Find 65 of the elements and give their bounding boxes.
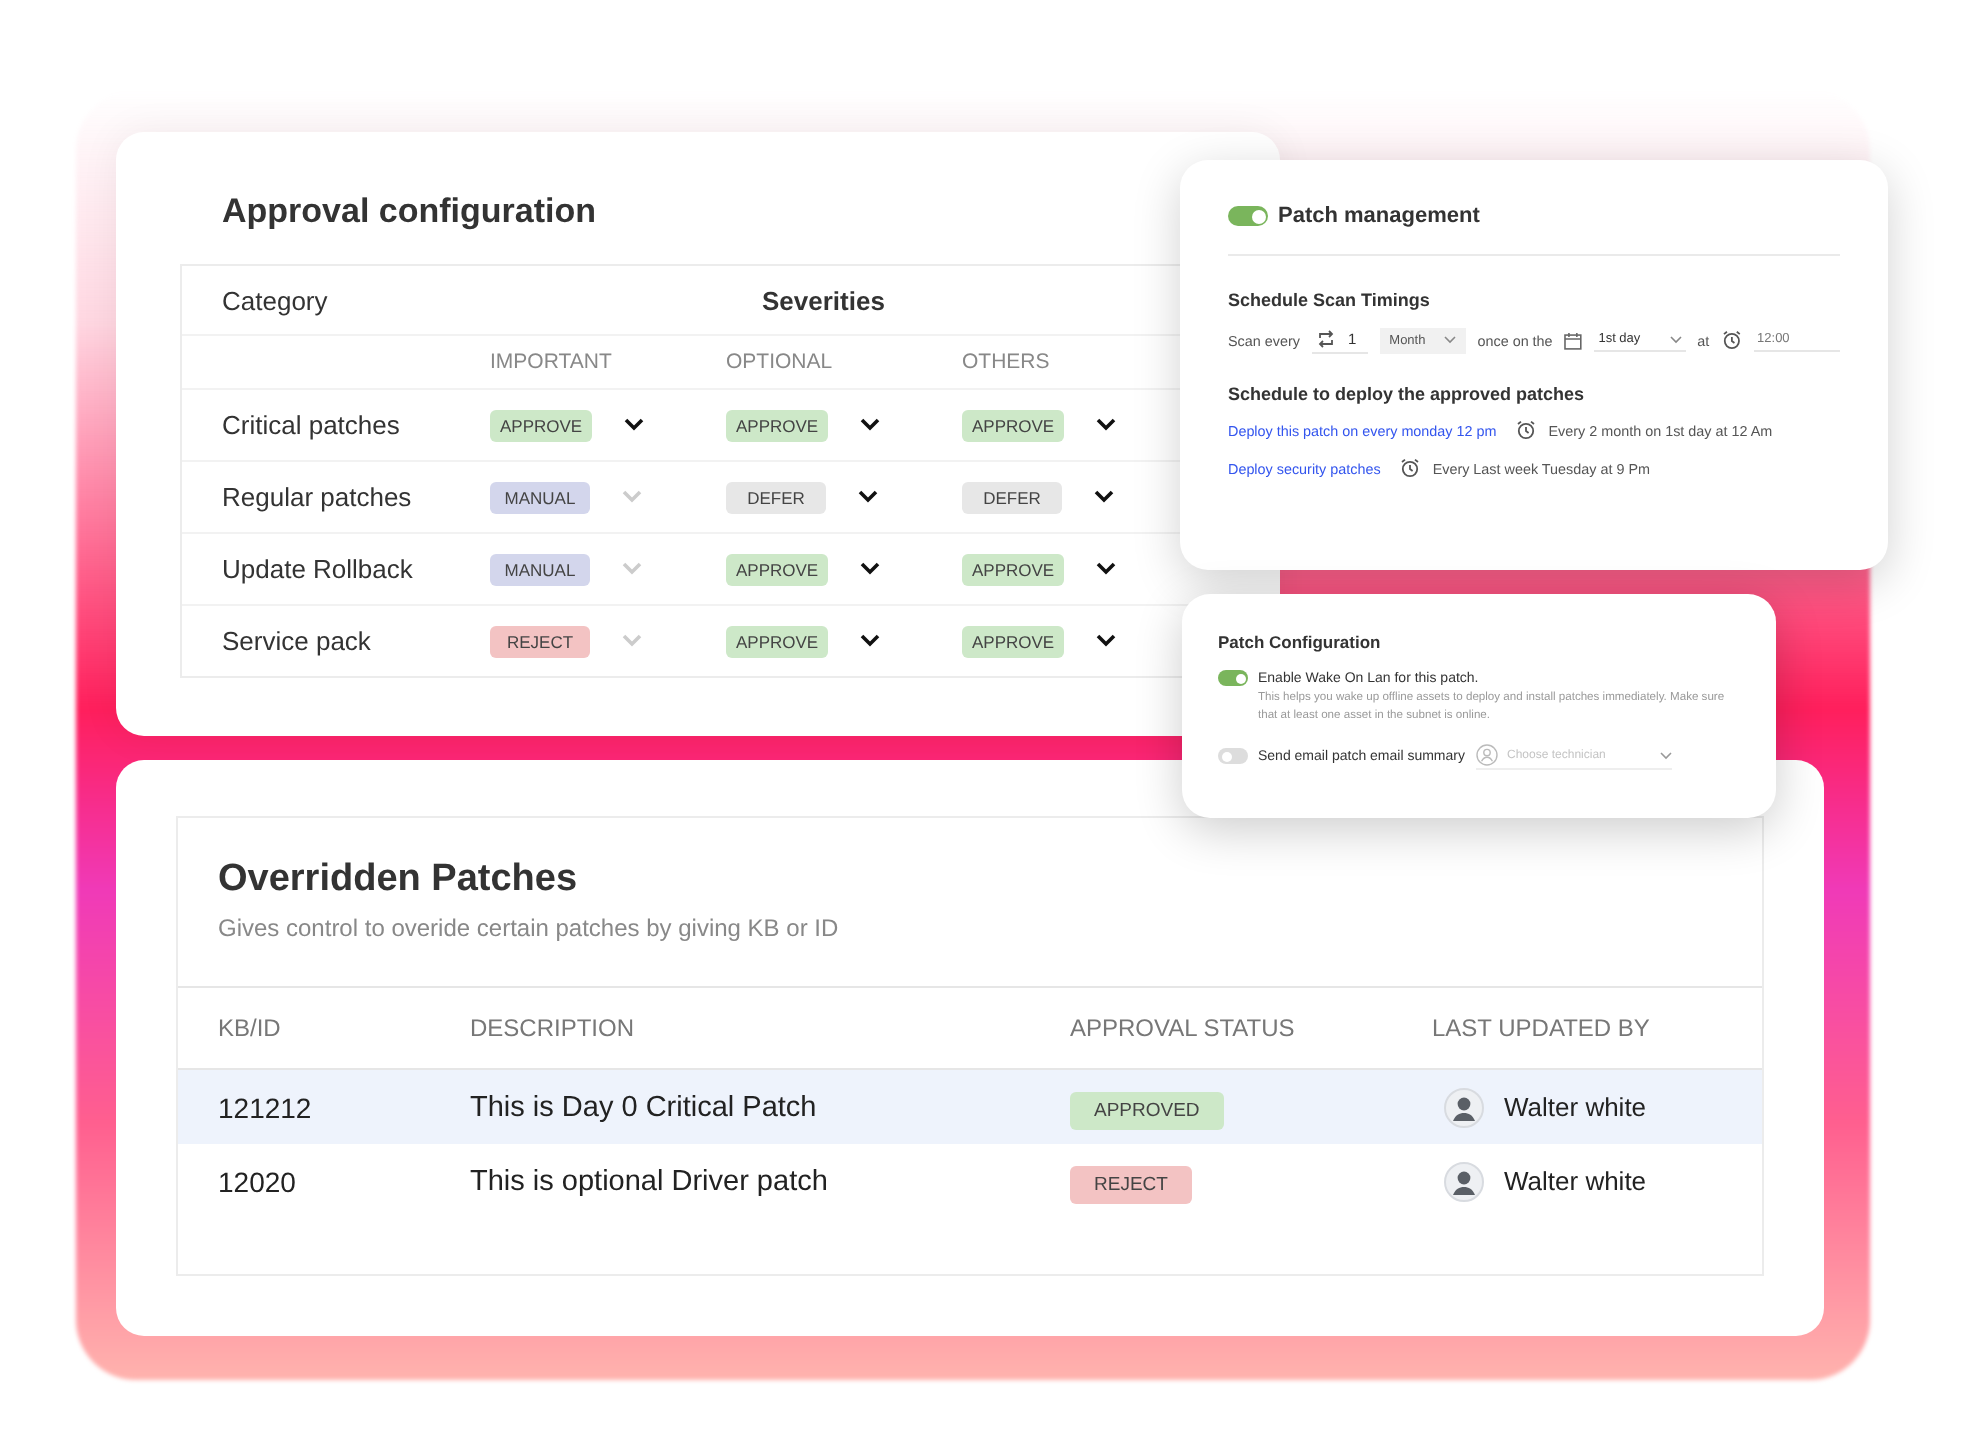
column-heading: Severities	[762, 285, 885, 315]
user-icon	[1475, 744, 1497, 767]
status-tag: REJECT	[1070, 1165, 1192, 1203]
status-tag: APPROVE	[962, 553, 1065, 585]
category-label: Update Rollback	[220, 554, 415, 584]
chevron-icon[interactable]	[1094, 490, 1114, 504]
category-label: Critical patches	[220, 410, 402, 440]
status-tag: MANUAL	[490, 553, 590, 585]
status-tag: MANUAL	[490, 481, 590, 513]
section-title: Schedule Scan Timings	[1228, 290, 1432, 310]
avatar-icon	[1444, 1087, 1484, 1127]
card-title: Approval configuration	[222, 192, 596, 232]
user-name: Walter white	[1504, 1166, 1647, 1196]
alarm-clock-icon	[1516, 420, 1537, 440]
status-tag: DEFER	[962, 481, 1062, 513]
toggle-switch[interactable]	[1228, 206, 1268, 226]
chevron-icon[interactable]	[624, 418, 645, 432]
chevron-icon	[1443, 336, 1456, 344]
status-tag: APPROVED	[1070, 1091, 1224, 1129]
user-name: Walter white	[1504, 1092, 1647, 1122]
status-tag: APPROVE	[726, 625, 829, 657]
column-heading: Category	[220, 285, 330, 315]
table-cell-text: 12020	[216, 1165, 298, 1197]
status-tag: APPROVE	[490, 409, 593, 441]
status-tag: APPROVE	[962, 625, 1065, 657]
avatar-icon	[1444, 1161, 1484, 1201]
toggle-label: Patch management	[1278, 204, 1480, 228]
table-row[interactable]: 12020 This is optional Driver patch REJECT Walter white	[178, 1144, 1762, 1218]
status-tag: APPROVE	[962, 409, 1065, 441]
column-heading: OPTIONAL	[726, 350, 835, 374]
section-title: Patch Configuration	[1218, 632, 1383, 652]
table-cell-text: 121212	[216, 1091, 314, 1123]
status-tag: APPROVE	[726, 553, 829, 585]
chevron-icon[interactable]	[1096, 418, 1117, 432]
toggle-switch[interactable]	[1218, 670, 1248, 686]
status-tag: REJECT	[490, 625, 590, 657]
category-label: Regular patches	[220, 482, 414, 512]
column-heading: KB/ID	[216, 1014, 283, 1042]
toggle-switch[interactable]	[1218, 748, 1248, 765]
chevron-icon	[1669, 335, 1682, 343]
chevron-icon[interactable]	[1096, 634, 1117, 648]
category-label: Service pack	[220, 626, 373, 656]
table-row[interactable]: 121212 This is Day 0 Critical Patch APPROVED Walter white	[178, 1070, 1762, 1144]
chevron-icon[interactable]	[1096, 562, 1117, 576]
status-tag: APPROVE	[726, 409, 829, 441]
section-title: Schedule to deploy the approved patches	[1228, 384, 1587, 404]
chevron-icon[interactable]	[860, 418, 881, 432]
chevron-icon[interactable]	[860, 562, 881, 576]
column-heading: IMPORTANT	[490, 350, 614, 374]
calendar-icon	[1564, 331, 1583, 349]
column-heading: APPROVAL STATUS	[1070, 1014, 1297, 1042]
chevron-icon	[1659, 751, 1671, 760]
table-cell-text: This is Day 0 Critical Patch	[470, 1091, 819, 1123]
card-title: Overridden Patches	[218, 858, 578, 902]
repeat-icon	[1315, 330, 1336, 348]
column-heading: LAST UPDATED BY	[1432, 1014, 1652, 1042]
column-heading: DESCRIPTION	[470, 1014, 637, 1042]
chevron-icon[interactable]	[858, 490, 878, 504]
alarm-clock-icon	[1721, 330, 1742, 350]
card-subtitle: Gives control to overide certain patches by giving KB or ID	[218, 914, 841, 942]
alarm-clock-icon	[1400, 458, 1421, 478]
status-tag: DEFER	[726, 481, 826, 513]
column-heading: OTHERS	[962, 350, 1052, 374]
table-cell-text: This is optional Driver patch	[470, 1165, 830, 1197]
chevron-icon[interactable]	[860, 634, 881, 648]
